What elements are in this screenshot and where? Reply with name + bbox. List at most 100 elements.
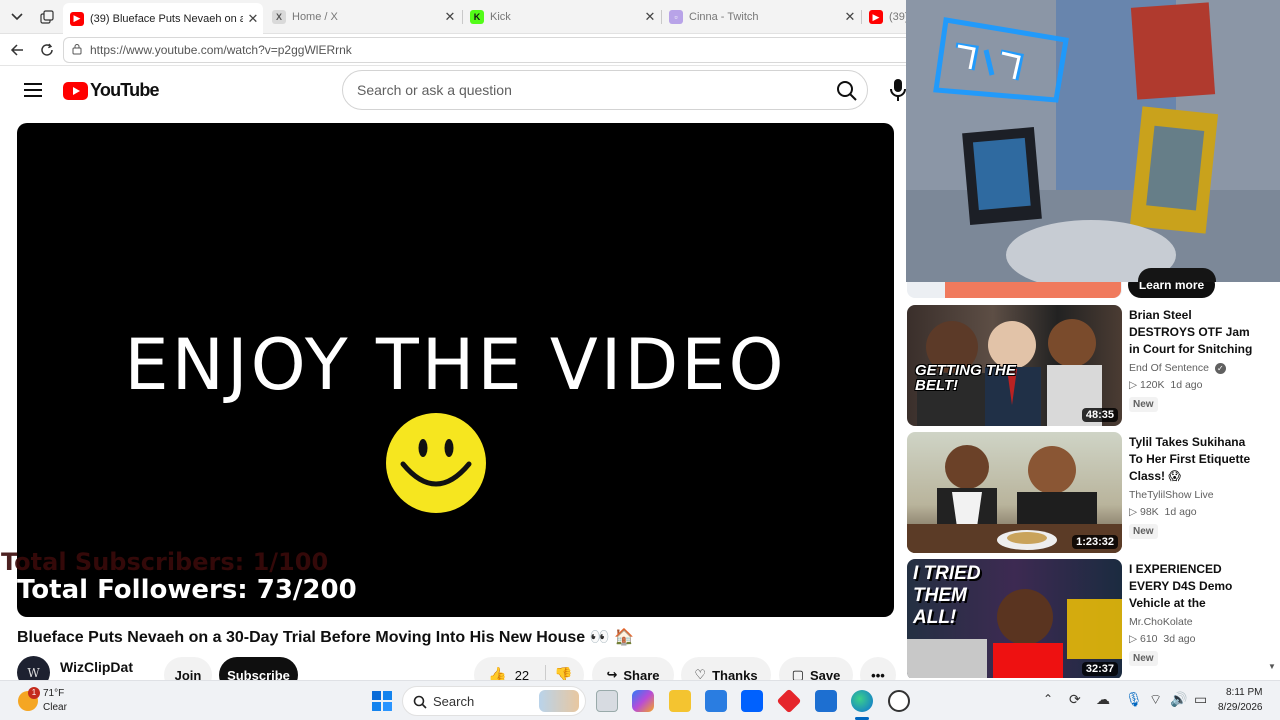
show-hidden-icons-chevron-icon[interactable]: ⌃: [1043, 692, 1053, 706]
view-count: 610: [1140, 633, 1158, 645]
view-count: 98K: [1140, 506, 1159, 518]
thumbnail-overlay-text: I TRIED THEM ALL!: [913, 563, 981, 628]
video-player[interactable]: ENJOY THE VIDEO: [17, 123, 894, 617]
clock-time[interactable]: 8:11 PM: [1226, 687, 1263, 698]
tab-twitch[interactable]: ▫ Cinna - Twitch ✕: [662, 4, 860, 30]
tab-kick[interactable]: K Kick ✕: [463, 4, 660, 30]
smiley-face-icon: [386, 413, 486, 513]
video-stats: ▷ 120K 1d ago: [1129, 379, 1203, 391]
close-tab-icon[interactable]: ✕: [640, 9, 660, 25]
youtube-logo[interactable]: YouTube: [63, 80, 160, 101]
chat-app-icon[interactable]: [888, 690, 910, 712]
views-play-icon: ▷: [1129, 633, 1138, 645]
video-thumbnail[interactable]: GETTING THE BELT! 48:35: [907, 305, 1122, 426]
webcam-scene-image: [906, 0, 1280, 282]
weather-desc: Clear: [43, 702, 67, 713]
channel-name[interactable]: WizClipDat: [60, 659, 133, 675]
followers-counter-overlay: Total Followers: 73/200: [17, 575, 357, 605]
volume-icon[interactable]: 🔊: [1170, 691, 1187, 708]
kick-favicon-icon: K: [470, 10, 484, 24]
learn-more-button[interactable]: Learn more: [1128, 282, 1215, 298]
taskbar-search-box[interactable]: Search: [402, 686, 586, 716]
weather-widget[interactable]: 1 71°F Clear: [14, 685, 94, 717]
video-title[interactable]: Brian Steel DESTROYS OTF Jam in Court fo…: [1129, 307, 1257, 358]
outlook-icon[interactable]: [815, 690, 837, 712]
battery-icon[interactable]: ▭: [1194, 691, 1207, 708]
scrollbar-down-arrow-icon[interactable]: ▼: [1268, 662, 1278, 672]
close-tab-icon[interactable]: ✕: [440, 9, 460, 25]
refresh-icon[interactable]: [36, 39, 58, 61]
tab-list-chevron-icon[interactable]: [5, 6, 29, 28]
video-thumbnail[interactable]: I TRIED THEM ALL! 32:37: [907, 559, 1122, 678]
webcam-overlay: [906, 0, 1280, 282]
task-view-icon[interactable]: [596, 690, 618, 712]
taskbar-search-label: Search: [433, 693, 475, 709]
video-duration: 1:23:32: [1072, 535, 1118, 549]
recommendation-item[interactable]: 1:23:32 Tylil Takes Sukihana To Her Firs…: [907, 432, 1257, 554]
tab-title: (39) Blueface Puts Nevaeh on a 30-Day Tr…: [90, 12, 243, 25]
video-stats: ▷ 98K 1d ago: [1129, 506, 1197, 518]
microphone-icon[interactable]: [888, 78, 908, 102]
file-explorer-icon[interactable]: [669, 690, 691, 712]
microphone-icon[interactable]: 🎙: [1125, 691, 1143, 708]
channel-name[interactable]: TheTylilShow Live: [1129, 489, 1214, 501]
copilot-icon[interactable]: [632, 690, 654, 712]
channel-name[interactable]: Mr.ChoKolate: [1129, 616, 1193, 628]
back-arrow-icon[interactable]: [6, 39, 28, 61]
youtube-play-icon: [63, 81, 88, 100]
tab-title: Home / X: [292, 11, 338, 23]
search-icon: [413, 695, 427, 709]
tab-title: Cinna - Twitch: [689, 11, 759, 23]
upload-age: 3d ago: [1163, 633, 1196, 645]
video-thumbnail[interactable]: 1:23:32: [907, 432, 1122, 553]
menu-icon[interactable]: [24, 83, 42, 97]
x-favicon-icon: X: [272, 10, 286, 24]
thumbnail-overlay-text: GETTING THE BELT!: [915, 362, 1016, 394]
youtube-logo-text: YouTube: [90, 80, 160, 100]
new-badge: New: [1129, 397, 1158, 412]
tab-youtube-active[interactable]: ▶ (39) Blueface Puts Nevaeh on a 30-Day …: [63, 3, 263, 34]
search-icon[interactable]: [836, 80, 858, 102]
recommendation-item[interactable]: I TRIED THEM ALL! 32:37 I EXPERIENCED EV…: [907, 559, 1257, 678]
video-duration: 32:37: [1081, 662, 1118, 676]
video-title[interactable]: I EXPERIENCED EVERY D4S Demo Vehicle at …: [1129, 561, 1257, 612]
windows-start-icon[interactable]: [371, 690, 393, 712]
microsoft-store-icon[interactable]: [705, 690, 727, 712]
upload-age: 1d ago: [1170, 379, 1203, 391]
search-highlight-icon: [539, 690, 579, 712]
url-text: https://www.youtube.com/watch?v=p2ggWlER…: [90, 43, 352, 57]
views-play-icon: ▷: [1129, 506, 1138, 518]
workspaces-icon[interactable]: [35, 6, 59, 28]
video-headline-text: ENJOY THE VIDEO: [124, 324, 787, 406]
youtube-favicon-icon: ▶: [869, 10, 883, 24]
video-title[interactable]: Tylil Takes Sukihana To Her First Etique…: [1129, 434, 1257, 485]
site-info-icon[interactable]: [64, 43, 90, 58]
weather-temp: 71°F: [43, 688, 65, 699]
search-input[interactable]: Search or ask a question: [342, 70, 868, 110]
new-badge: New: [1129, 651, 1158, 666]
clock-date[interactable]: 8/29/2026: [1218, 702, 1263, 713]
new-badge: New: [1129, 524, 1158, 539]
tab-youtube-2[interactable]: ▶ (39): [862, 4, 906, 30]
recommendation-item[interactable]: GETTING THE BELT! 48:35 Brian Steel DEST…: [907, 305, 1257, 427]
close-tab-icon[interactable]: ✕: [243, 11, 263, 27]
video-title: Blueface Puts Nevaeh on a 30-Day Trial B…: [17, 629, 634, 646]
red-app-icon[interactable]: [776, 688, 802, 714]
channel-name[interactable]: End Of Sentence ✓: [1129, 362, 1226, 374]
cloud-icon[interactable]: ☁: [1096, 691, 1110, 708]
notification-badge: 1: [28, 687, 40, 699]
views-play-icon: ▷: [1129, 379, 1138, 391]
recommendations-sidebar: Learn more GETTING THE BELT! 48:35 Brian…: [906, 282, 1280, 678]
tab-title: (39): [889, 11, 906, 23]
edge-browser-icon[interactable]: [851, 690, 873, 712]
sync-icon[interactable]: ⟳: [1069, 691, 1081, 708]
close-tab-icon[interactable]: ✕: [840, 9, 860, 25]
tab-x[interactable]: X Home / X ✕: [265, 4, 460, 30]
subscribers-counter-overlay: Total Subscribers: 1/100: [1, 548, 329, 576]
view-count: 120K: [1140, 379, 1165, 391]
upload-age: 1d ago: [1164, 506, 1197, 518]
wifi-icon[interactable]: ⌔: [1149, 691, 1162, 709]
dropbox-icon[interactable]: [741, 690, 763, 712]
address-bar[interactable]: https://www.youtube.com/watch?v=p2ggWlER…: [63, 37, 906, 63]
video-stats: ▷ 610 3d ago: [1129, 633, 1196, 645]
